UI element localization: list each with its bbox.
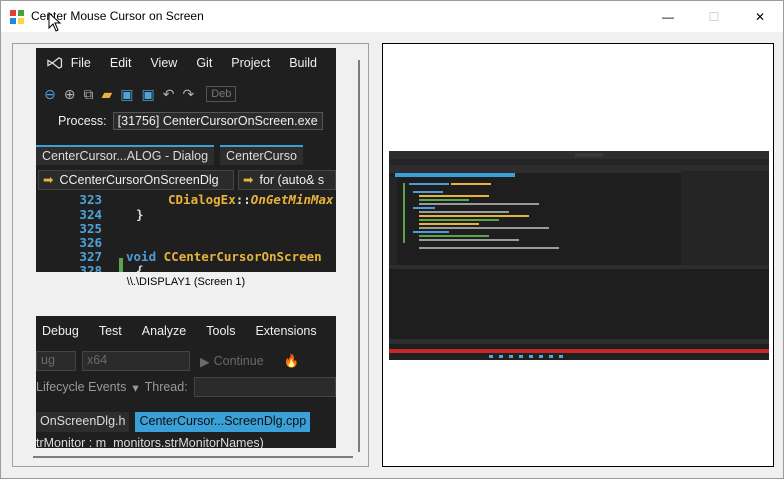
thread-dropdown (193, 377, 336, 397)
process-bar: Process: [31756] CenterCursorOnScreen.ex… (36, 110, 336, 132)
maximize-button[interactable]: ☐ (691, 1, 737, 32)
tab-cpp: CenterCursor...ScreenDlg.cpp (135, 412, 311, 432)
menu-file: File (70, 56, 91, 70)
vs-toolbar: ⊖ ⊕ ⧉ ▰ ▣ ▣ ↶ ↷ Deb (36, 82, 336, 106)
config-dropdown: Deb (206, 86, 237, 102)
maximize-icon: ☐ (708, 9, 720, 24)
close-button[interactable]: ✕ (737, 1, 783, 32)
vs2-tabs: OnScreenDlg.h CenterCursor...ScreenDlg.c… (36, 412, 336, 432)
menu-project: Project (231, 56, 271, 70)
screen-preview-pane[interactable] (382, 43, 774, 467)
menu-analyze: Analyze (141, 324, 187, 338)
change-marker (119, 258, 123, 272)
mouse-cursor-icon (48, 12, 62, 32)
tab-source: CenterCurso (220, 145, 303, 165)
menu-test: Test (98, 324, 122, 338)
code-navigation-bar: ➡ CCenterCursorOnScreenDlg ➡ for (auto& s (36, 170, 336, 190)
vs2-toolbar: ug x64 ▶ Continue 🔥 (36, 350, 336, 372)
main-window: Center Mouse Cursor on Screen — ☐ ✕ File… (0, 0, 784, 479)
horizontal-scrollbar[interactable] (33, 456, 353, 458)
screen-list-pane[interactable]: File Edit View Git Project Build ⊖ ⊕ ⧉ ▰… (12, 43, 369, 467)
platform-dropdown: x64 (82, 351, 190, 371)
code-line: 325 (79, 221, 102, 236)
continue-button: Continue (213, 354, 264, 368)
play-icon: ▶ (200, 354, 210, 369)
title-bar[interactable]: Center Mouse Cursor on Screen — ☐ ✕ (1, 1, 783, 32)
forward-icon: ⊕ (63, 85, 76, 102)
code-line: trMonitor : m_monitors.strMonitorNames) (36, 436, 264, 448)
vertical-scrollbar[interactable] (358, 60, 360, 452)
code-editor: 323 CDialogEx::OnGetMinMax 324 } 325 326… (36, 192, 336, 272)
minimize-button[interactable]: — (645, 1, 691, 32)
close-icon: ✕ (754, 9, 766, 24)
app-icon (10, 10, 24, 24)
process-label: Process: (58, 114, 107, 128)
full-screen-preview (389, 151, 769, 360)
code-line: 327 void CCenterCursorOnScreen (79, 249, 322, 264)
hot-reload-icon: 🔥 (283, 353, 300, 368)
minimize-icon: — (662, 9, 674, 24)
back-icon: ⊖ (44, 85, 56, 102)
save-icon: ▣ (120, 85, 134, 102)
process-dropdown: [31756] CenterCursorOnScreen.exe (112, 112, 323, 130)
member-dropdown: ➡ for (auto& s (238, 170, 336, 190)
config-dropdown: ug (36, 351, 76, 371)
chevron-down-icon: ▾ (132, 380, 139, 395)
screen-1-thumbnail[interactable]: File Edit View Git Project Build ⊖ ⊕ ⧉ ▰… (36, 48, 336, 272)
redo-icon: ↷ (182, 85, 195, 102)
open-folder-icon: ▰ (101, 85, 113, 102)
menu-view: View (150, 56, 178, 70)
menu-extensions: Extensions (255, 324, 317, 338)
thread-label: Thread: (144, 380, 188, 394)
debug-location-bar: Lifecycle Events ▾ Thread: (36, 376, 336, 398)
screen-2-thumbnail[interactable]: Debug Test Analyze Tools Extensions Wi u… (36, 316, 336, 448)
undo-icon: ↶ (162, 85, 175, 102)
vs-tabs: CenterCursor...ALOG - Dialog CenterCurso (36, 145, 336, 165)
code-line: 328 { (79, 263, 144, 272)
code-line: 326 (79, 235, 102, 250)
screen-1-caption: \\.\DISPLAY1 (Screen 1) (126, 276, 246, 288)
menu-edit: Edit (109, 56, 132, 70)
vs2-menubar: Debug Test Analyze Tools Extensions Wi (36, 316, 336, 346)
vs-menubar: File Edit View Git Project Build (36, 48, 336, 78)
new-item-icon: ⧉ (83, 85, 94, 102)
menu-tools: Tools (206, 324, 236, 338)
lifecycle-events: Lifecycle Events (36, 380, 127, 394)
tab-header: OnScreenDlg.h (36, 412, 130, 432)
tab-dialog: CenterCursor...ALOG - Dialog (36, 145, 215, 165)
menu-debug: Debug (42, 324, 79, 338)
save-all-icon: ▣ (141, 85, 155, 102)
class-dropdown: ➡ CCenterCursorOnScreenDlg (38, 170, 234, 190)
code-line: 324 } (79, 207, 144, 222)
code-line: 323 CDialogEx::OnGetMinMax (79, 192, 334, 207)
menu-build: Build (289, 56, 317, 70)
visual-studio-logo-icon (47, 57, 63, 69)
menu-git: Git (196, 56, 213, 70)
